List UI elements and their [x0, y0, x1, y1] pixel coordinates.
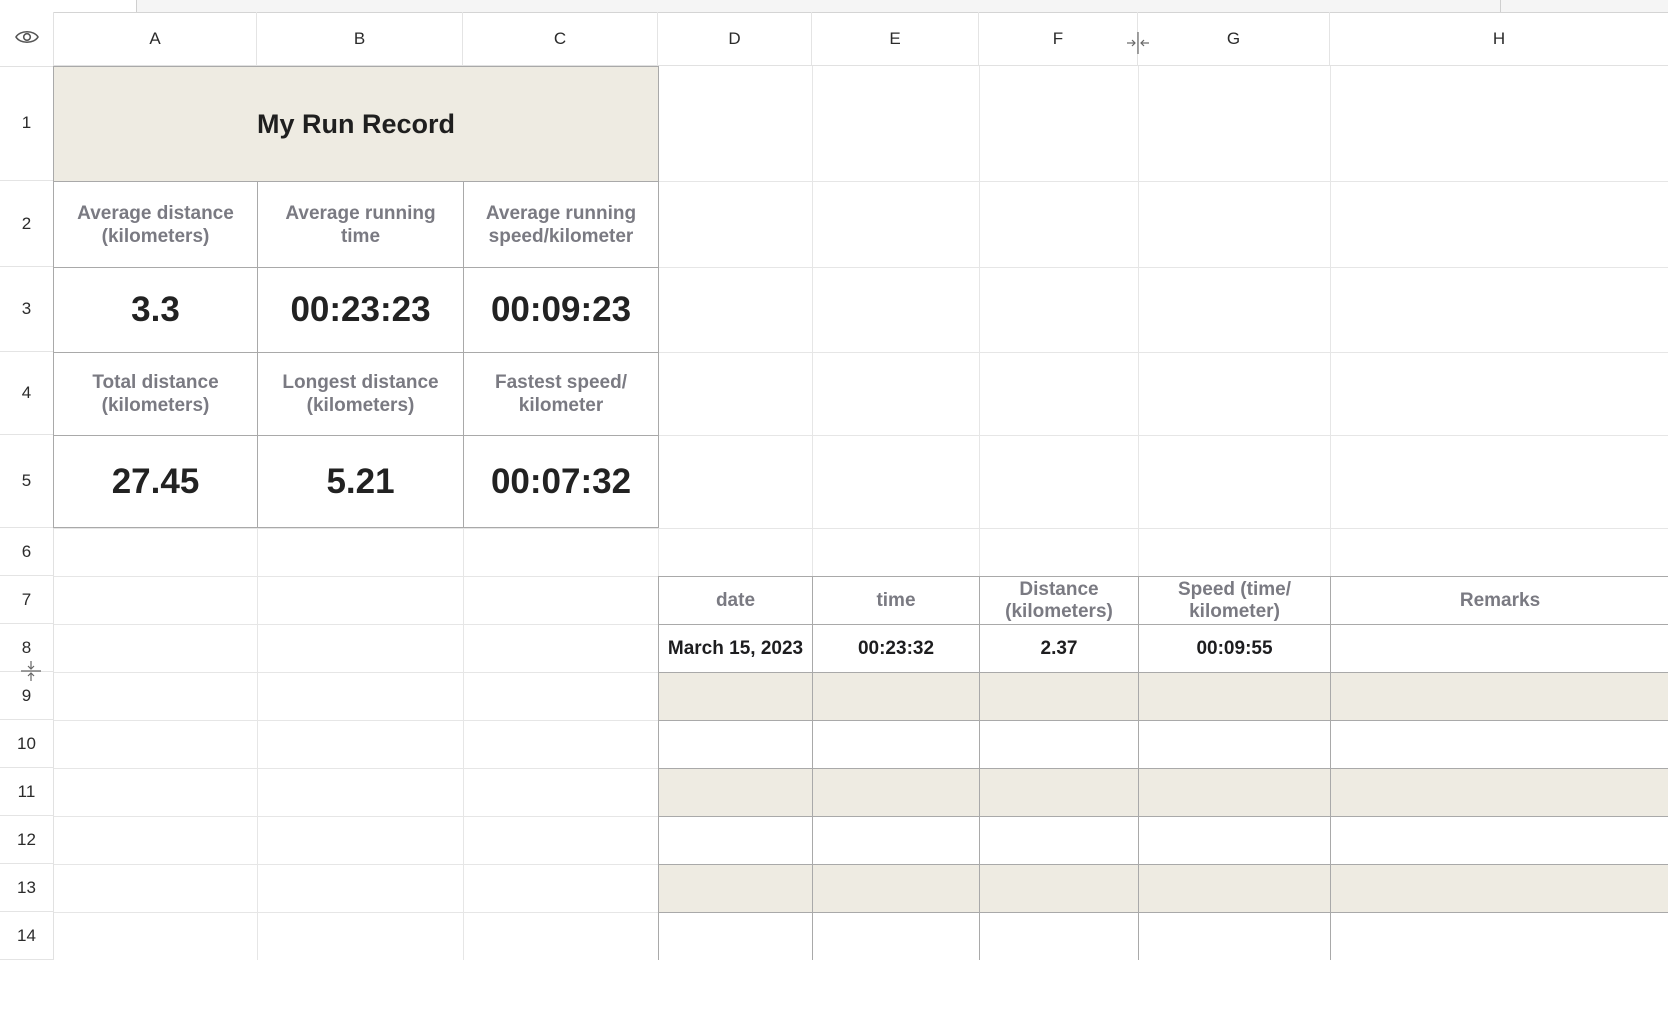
- table-cell[interactable]: [658, 768, 813, 817]
- table-cell[interactable]: [658, 912, 813, 960]
- row-header-2[interactable]: 2: [0, 181, 54, 267]
- column-resize-icon[interactable]: [1125, 30, 1151, 61]
- table-cell[interactable]: [658, 672, 813, 721]
- column-header-f[interactable]: F: [979, 12, 1138, 66]
- table-cell[interactable]: [1330, 720, 1668, 769]
- row-header-4[interactable]: 4: [0, 352, 54, 435]
- table-cell[interactable]: [812, 720, 980, 769]
- avg-time-label[interactable]: Average running time: [257, 181, 464, 268]
- table-cell[interactable]: [812, 672, 980, 721]
- table-header-date[interactable]: date: [658, 576, 813, 625]
- avg-distance-label[interactable]: Average distance (kilometers): [53, 181, 258, 268]
- column-header-b[interactable]: B: [257, 12, 463, 66]
- longest-distance-label[interactable]: Longest distance (kilometers): [257, 352, 464, 436]
- sheet-title[interactable]: My Run Record: [53, 66, 659, 182]
- table-cell[interactable]: [812, 816, 980, 865]
- row-header-11[interactable]: 11: [0, 768, 54, 816]
- table-cell[interactable]: [979, 864, 1139, 913]
- column-header-e[interactable]: E: [812, 12, 979, 66]
- column-header-a[interactable]: A: [54, 12, 257, 66]
- total-distance-value[interactable]: 27.45: [53, 435, 258, 528]
- avg-time-value[interactable]: 00:23:23: [257, 267, 464, 353]
- table-cell[interactable]: [1330, 768, 1668, 817]
- total-distance-label[interactable]: Total distance (kilometers): [53, 352, 258, 436]
- fastest-speed-label[interactable]: Fastest speed/ kilometer: [463, 352, 659, 436]
- table-cell[interactable]: [1138, 672, 1331, 721]
- avg-speed-label[interactable]: Average running speed/kilometer: [463, 181, 659, 268]
- table-header-remarks[interactable]: Remarks: [1330, 576, 1668, 625]
- table-cell[interactable]: [658, 720, 813, 769]
- avg-distance-value[interactable]: 3.3: [53, 267, 258, 353]
- table-cell[interactable]: [979, 912, 1139, 960]
- table-cell[interactable]: [1138, 912, 1331, 960]
- table-cell-time[interactable]: 00:23:32: [812, 624, 980, 673]
- table-cell[interactable]: [812, 768, 980, 817]
- table-cell-remarks[interactable]: [1330, 624, 1668, 673]
- row-header-12[interactable]: 12: [0, 816, 54, 864]
- table-cell[interactable]: [979, 672, 1139, 721]
- row-header-13[interactable]: 13: [0, 864, 54, 912]
- avg-speed-value[interactable]: 00:09:23: [463, 267, 659, 353]
- table-cell-date[interactable]: March 15, 2023: [658, 624, 813, 673]
- toolbar-tab[interactable]: [0, 0, 137, 12]
- row-header-14[interactable]: 14: [0, 912, 54, 960]
- table-header-time[interactable]: time: [812, 576, 980, 625]
- toolbar-divider: [1500, 0, 1501, 12]
- row-header-3[interactable]: 3: [0, 267, 54, 352]
- longest-distance-value[interactable]: 5.21: [257, 435, 464, 528]
- table-cell[interactable]: [979, 720, 1139, 769]
- table-cell[interactable]: [1138, 864, 1331, 913]
- fastest-speed-value[interactable]: 00:07:32: [463, 435, 659, 528]
- table-cell-distance[interactable]: 2.37: [979, 624, 1139, 673]
- table-cell[interactable]: [812, 912, 980, 960]
- column-header-d[interactable]: D: [658, 12, 812, 66]
- table-cell[interactable]: [1138, 768, 1331, 817]
- table-cell[interactable]: [979, 816, 1139, 865]
- eye-icon[interactable]: [14, 28, 40, 51]
- row-header-1[interactable]: 1: [0, 66, 54, 181]
- table-header-distance[interactable]: Distance (kilometers): [979, 576, 1139, 625]
- table-cell[interactable]: [1138, 816, 1331, 865]
- table-cell[interactable]: [812, 864, 980, 913]
- gridline: [54, 528, 1668, 529]
- table-cell[interactable]: [1330, 672, 1668, 721]
- column-header-g[interactable]: G: [1138, 12, 1330, 66]
- table-cell[interactable]: [658, 864, 813, 913]
- row-header-6[interactable]: 6: [0, 528, 54, 576]
- table-header-speed[interactable]: Speed (time/ kilometer): [1138, 576, 1331, 625]
- table-cell[interactable]: [979, 768, 1139, 817]
- table-cell[interactable]: [658, 816, 813, 865]
- row-header-10[interactable]: 10: [0, 720, 54, 768]
- column-header-c[interactable]: C: [463, 12, 658, 66]
- table-cell[interactable]: [1138, 720, 1331, 769]
- column-header-h[interactable]: H: [1330, 12, 1668, 66]
- row-header-7[interactable]: 7: [0, 576, 54, 624]
- row-header-5[interactable]: 5: [0, 435, 54, 528]
- table-cell[interactable]: [1330, 864, 1668, 913]
- table-cell[interactable]: [1330, 912, 1668, 960]
- table-cell-speed[interactable]: 00:09:55: [1138, 624, 1331, 673]
- table-cell[interactable]: [1330, 816, 1668, 865]
- row-resize-icon[interactable]: [19, 659, 43, 688]
- select-all-corner[interactable]: [0, 12, 54, 67]
